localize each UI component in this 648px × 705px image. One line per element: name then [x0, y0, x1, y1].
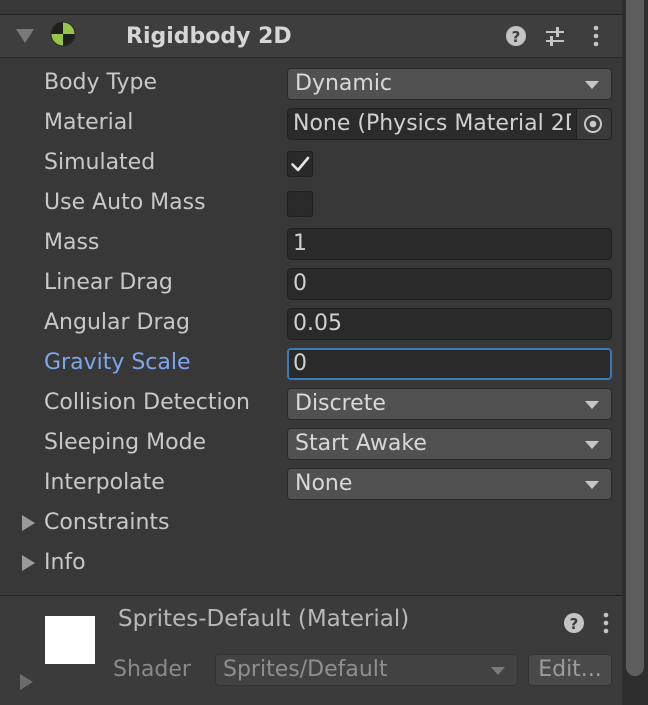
dropdown-arrow-icon [585, 401, 599, 409]
sleeping-mode-label: Sleeping Mode [44, 430, 207, 455]
body-type-value: Dynamic [295, 71, 393, 96]
sleeping-mode-value: Start Awake [295, 431, 427, 456]
body-type-row: Body Type Dynamic [0, 63, 622, 103]
kebab-menu-icon[interactable] [594, 610, 618, 636]
material-label: Material [44, 110, 134, 135]
material-value: None (Physics Material 2D) [293, 111, 571, 136]
dropdown-arrow-icon [585, 81, 599, 89]
linear-drag-row: Linear Drag 0 [0, 263, 622, 303]
rigidbody2d-icon [50, 21, 76, 47]
simulated-row: Simulated [0, 143, 622, 183]
shader-value: Sprites/Default [223, 657, 388, 682]
object-picker-icon [584, 115, 602, 133]
foldout-arrow-icon[interactable] [20, 674, 33, 690]
constraints-label[interactable]: Constraints [44, 510, 170, 535]
mass-field[interactable]: 1 [287, 228, 612, 260]
foldout-arrow-icon[interactable] [22, 555, 35, 571]
info-foldout[interactable]: Info [0, 543, 622, 583]
sleeping-mode-dropdown[interactable]: Start Awake [287, 428, 612, 460]
object-picker-button[interactable] [576, 109, 611, 139]
use-auto-mass-row: Use Auto Mass [0, 183, 622, 223]
material-row: Material None (Physics Material 2D) [0, 103, 622, 143]
rigidbody2d-component-header[interactable]: Rigidbody 2D ? [0, 15, 622, 58]
info-label[interactable]: Info [44, 550, 86, 575]
preset-sliders-icon[interactable] [543, 23, 567, 49]
gravity-scale-row: Gravity Scale 0 [0, 343, 622, 383]
shader-dropdown[interactable]: Sprites/Default [215, 654, 518, 686]
kebab-menu-icon[interactable] [584, 23, 608, 49]
collapse-arrow-icon[interactable] [16, 29, 34, 43]
interpolate-dropdown[interactable]: None [287, 468, 612, 500]
mass-value: 1 [293, 231, 307, 256]
collision-detection-dropdown[interactable]: Discrete [287, 388, 612, 420]
material-preview-swatch [45, 616, 95, 664]
use-auto-mass-label: Use Auto Mass [44, 190, 206, 215]
interpolate-row: Interpolate None [0, 463, 622, 503]
linear-drag-field[interactable]: 0 [287, 268, 612, 300]
material-object-field[interactable]: None (Physics Material 2D) [287, 108, 612, 140]
linear-drag-label[interactable]: Linear Drag [44, 270, 173, 295]
angular-drag-label[interactable]: Angular Drag [44, 310, 190, 335]
angular-drag-row: Angular Drag 0.05 [0, 303, 622, 343]
foldout-arrow-icon[interactable] [22, 515, 35, 531]
interpolate-value: None [295, 471, 353, 496]
inspector-top-edge [0, 0, 622, 15]
collision-detection-value: Discrete [295, 391, 386, 416]
simulated-checkbox[interactable] [287, 151, 313, 177]
collision-detection-row: Collision Detection Discrete [0, 383, 622, 423]
dropdown-arrow-icon [585, 441, 599, 449]
dropdown-arrow-icon [585, 481, 599, 489]
svg-text:?: ? [570, 615, 579, 633]
linear-drag-value: 0 [293, 271, 307, 296]
mass-label[interactable]: Mass [44, 230, 99, 255]
shader-label: Shader [113, 657, 191, 682]
collision-detection-label: Collision Detection [44, 390, 251, 415]
edit-shader-button[interactable]: Edit... [528, 654, 612, 686]
simulated-label: Simulated [44, 150, 156, 175]
dropdown-arrow-icon [491, 667, 505, 675]
component-title: Rigidbody 2D [126, 24, 292, 49]
material-title: Sprites-Default (Material) [118, 606, 410, 632]
gravity-scale-label[interactable]: Gravity Scale [44, 350, 191, 375]
help-icon[interactable]: ? [562, 610, 586, 636]
body-type-label: Body Type [44, 70, 158, 95]
gravity-scale-value: 0 [293, 351, 307, 376]
gravity-scale-field[interactable]: 0 [287, 348, 612, 380]
mass-row: Mass 1 [0, 223, 622, 263]
material-section: Sprites-Default (Material) ? Shader Spri… [0, 596, 622, 705]
body-type-dropdown[interactable]: Dynamic [287, 68, 612, 100]
angular-drag-value: 0.05 [293, 311, 342, 336]
checkmark-icon [291, 156, 310, 172]
sleeping-mode-row: Sleeping Mode Start Awake [0, 423, 622, 463]
use-auto-mass-checkbox[interactable] [287, 191, 313, 217]
svg-text:?: ? [512, 28, 521, 46]
interpolate-label: Interpolate [44, 470, 165, 495]
scrollbar-thumb[interactable] [626, 0, 644, 676]
constraints-foldout[interactable]: Constraints [0, 503, 622, 543]
help-icon[interactable]: ? [504, 23, 528, 49]
angular-drag-field[interactable]: 0.05 [287, 308, 612, 340]
